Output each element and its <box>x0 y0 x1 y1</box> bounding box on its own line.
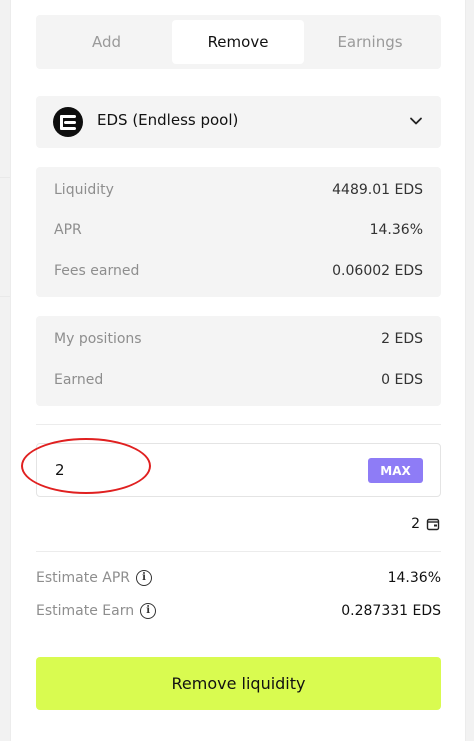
positions-label: My positions <box>54 331 142 347</box>
fees-label: Fees earned <box>54 263 140 279</box>
estimate-earn-value: 0.287331 EDS <box>341 603 441 619</box>
liquidity-value: 4489.01 EDS <box>332 182 423 198</box>
estimate-apr-label: Estimate APR <box>36 570 131 586</box>
info-icon[interactable]: i <box>140 603 157 619</box>
annotation-circle <box>21 438 151 494</box>
positions-row: My positions 2 EDS <box>54 331 423 347</box>
wallet-icon <box>426 518 440 531</box>
earned-label: Earned <box>54 372 104 388</box>
chevron-down-icon <box>410 117 422 125</box>
my-position-card: My positions 2 EDS Earned 0 EDS <box>36 316 441 406</box>
estimate-apr-value: 14.36% <box>387 570 441 586</box>
info-icon[interactable]: i <box>136 570 153 586</box>
liquidity-label: Liquidity <box>54 182 114 198</box>
fees-row: Fees earned 0.06002 EDS <box>54 263 423 279</box>
tab-earnings[interactable]: Earnings <box>304 20 436 64</box>
pool-selector-dropdown[interactable]: EDS (Endless pool) <box>36 96 441 148</box>
divider <box>36 424 441 425</box>
tab-add[interactable]: Add <box>41 20 172 64</box>
estimate-earn-row: Estimate Earn i 0.287331 EDS <box>36 603 441 619</box>
apr-row: APR 14.36% <box>54 222 423 238</box>
earned-value: 0 EDS <box>381 372 423 388</box>
estimate-apr-row: Estimate APR i 14.36% <box>36 570 441 586</box>
eds-token-icon <box>53 107 83 137</box>
estimate-earn-label: Estimate Earn <box>36 603 135 619</box>
max-button[interactable]: MAX <box>368 458 423 483</box>
remove-liquidity-button[interactable]: Remove liquidity <box>36 657 441 710</box>
tab-bar: Add Remove Earnings <box>36 15 441 69</box>
wallet-balance: 2 <box>411 516 440 532</box>
liquidity-row: Liquidity 4489.01 EDS <box>54 182 423 198</box>
positions-value: 2 EDS <box>381 331 423 347</box>
divider <box>36 551 441 552</box>
pool-stats-card: Liquidity 4489.01 EDS APR 14.36% Fees ea… <box>36 167 441 297</box>
fees-value: 0.06002 EDS <box>332 263 423 279</box>
pool-name: EDS (Endless pool) <box>97 111 239 129</box>
apr-label: APR <box>54 222 82 238</box>
tab-remove[interactable]: Remove <box>172 20 304 64</box>
apr-value: 14.36% <box>369 222 423 238</box>
earned-row: Earned 0 EDS <box>54 372 423 388</box>
balance-value: 2 <box>411 516 420 532</box>
